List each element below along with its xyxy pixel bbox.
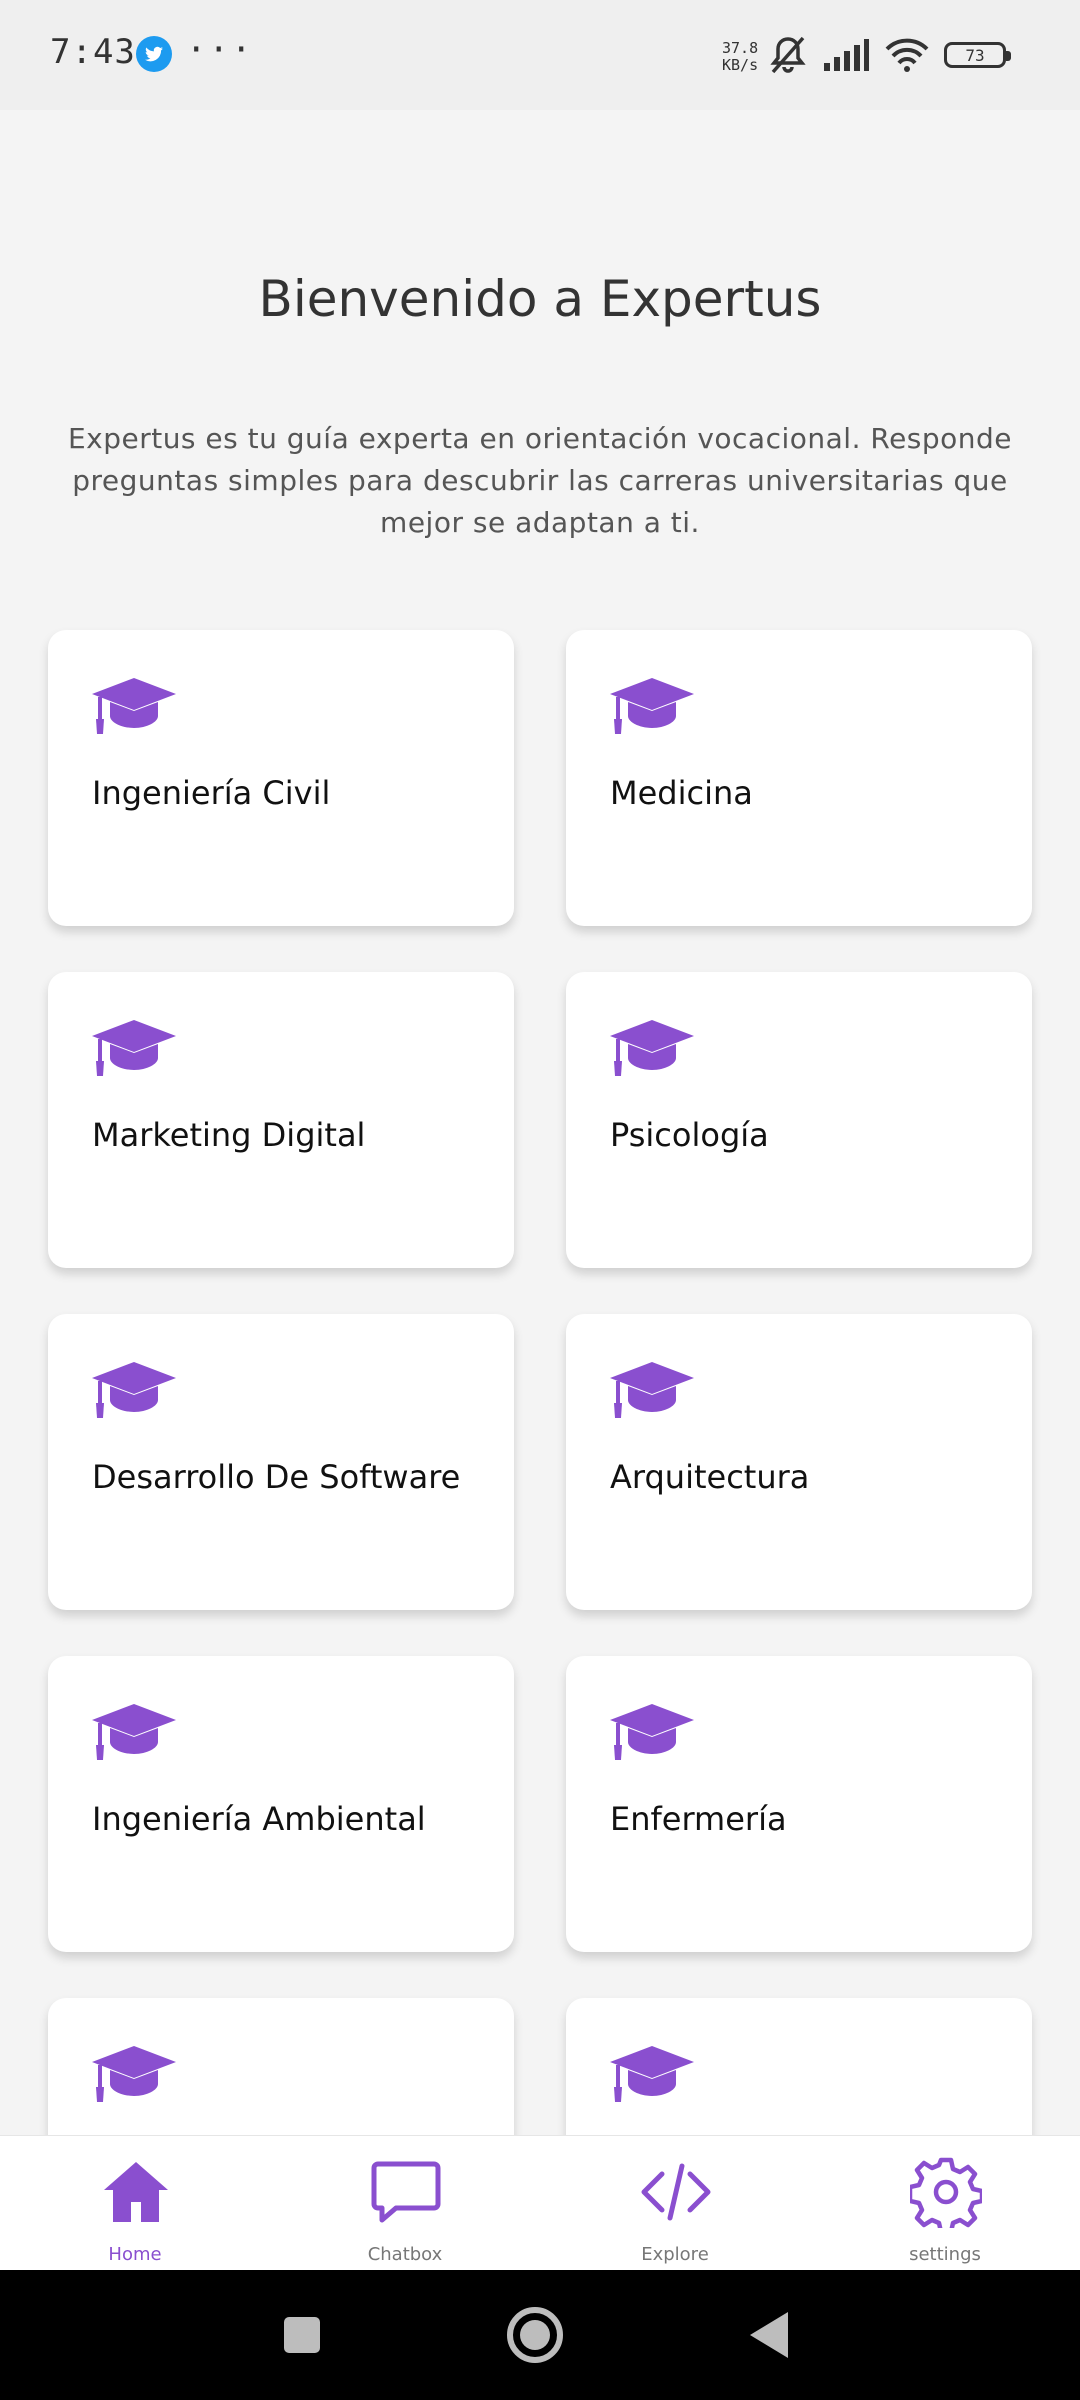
graduation-cap-icon bbox=[610, 1020, 694, 1076]
home-icon bbox=[104, 2162, 168, 2222]
status-bar: 7:43 ··· 37.8 KB/s 73 bbox=[0, 0, 1080, 110]
career-card[interactable] bbox=[48, 1998, 514, 2135]
career-title: Ingeniería Civil bbox=[92, 774, 331, 812]
system-navigation-bar bbox=[0, 2270, 1080, 2400]
home-system-button[interactable] bbox=[506, 2306, 564, 2364]
nav-home[interactable]: Home bbox=[0, 2136, 270, 2271]
bottom-nav: Home Chatbox Explore settings bbox=[0, 2135, 1080, 2271]
nav-chatbox[interactable]: Chatbox bbox=[270, 2136, 540, 2271]
chat-icon bbox=[371, 2161, 441, 2223]
career-title: Marketing Digital bbox=[92, 1116, 366, 1154]
career-title: Enfermería bbox=[610, 1800, 787, 1838]
career-title: Desarrollo De Software bbox=[92, 1458, 461, 1496]
net-speed: 37.8 KB/s bbox=[722, 40, 758, 74]
graduation-cap-icon bbox=[92, 1704, 176, 1760]
career-card[interactable]: Enfermería bbox=[566, 1656, 1032, 1952]
code-icon bbox=[641, 2163, 711, 2221]
nav-explore[interactable]: Explore bbox=[540, 2136, 810, 2271]
nav-settings-label: settings bbox=[909, 2244, 981, 2265]
status-time: 7:43 bbox=[50, 32, 136, 72]
career-title: Medicina bbox=[610, 774, 753, 812]
career-card[interactable]: Ingeniería Ambiental bbox=[48, 1656, 514, 1952]
graduation-cap-icon bbox=[92, 1362, 176, 1418]
career-card[interactable]: Medicina bbox=[566, 630, 1032, 926]
gear-icon bbox=[910, 2157, 982, 2228]
career-card[interactable]: Arquitectura bbox=[566, 1314, 1032, 1610]
signal-icon bbox=[824, 39, 869, 71]
bell-off-icon bbox=[770, 36, 806, 74]
home-content[interactable]: Bienvenido a Expertus Expertus es tu guí… bbox=[0, 110, 1080, 2135]
page-title: Bienvenido a Expertus bbox=[258, 270, 822, 328]
career-card[interactable]: Desarrollo De Software bbox=[48, 1314, 514, 1610]
graduation-cap-icon bbox=[610, 2046, 694, 2102]
nav-chatbox-label: Chatbox bbox=[367, 2244, 443, 2265]
career-title: Arquitectura bbox=[610, 1458, 810, 1496]
more-dots-icon: ··· bbox=[186, 30, 254, 70]
recents-button[interactable] bbox=[282, 2315, 322, 2355]
wifi-icon bbox=[885, 38, 929, 72]
career-title: Psicología bbox=[610, 1116, 769, 1154]
twitter-icon bbox=[136, 36, 172, 72]
graduation-cap-icon bbox=[610, 1704, 694, 1760]
graduation-cap-icon bbox=[92, 678, 176, 734]
back-button[interactable] bbox=[748, 2310, 790, 2360]
nav-settings[interactable]: settings bbox=[810, 2136, 1080, 2271]
net-speed-value: 37.8 bbox=[722, 39, 759, 57]
graduation-cap-icon bbox=[92, 1020, 176, 1076]
career-card[interactable]: Ingeniería Civil bbox=[48, 630, 514, 926]
page-description: Expertus es tu guía experta en orientaci… bbox=[67, 422, 1013, 539]
career-card[interactable]: Marketing Digital bbox=[48, 972, 514, 1268]
career-title: Ingeniería Ambiental bbox=[92, 1800, 426, 1838]
graduation-cap-icon bbox=[92, 2046, 176, 2102]
career-card[interactable] bbox=[566, 1998, 1032, 2135]
nav-explore-label: Explore bbox=[641, 2244, 709, 2265]
nav-home-label: Home bbox=[108, 2244, 162, 2265]
net-speed-unit: KB/s bbox=[722, 56, 759, 74]
graduation-cap-icon bbox=[610, 678, 694, 734]
career-card[interactable]: Psicología bbox=[566, 972, 1032, 1268]
battery-icon: 73 bbox=[944, 42, 1011, 68]
graduation-cap-icon bbox=[610, 1362, 694, 1418]
